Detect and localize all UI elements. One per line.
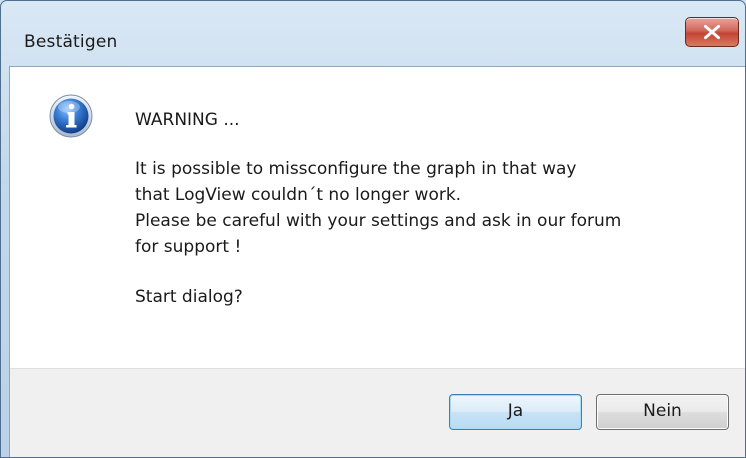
dialog-title: Bestätigen bbox=[24, 32, 118, 52]
yes-button[interactable]: Ja bbox=[449, 394, 582, 430]
no-button[interactable]: Nein bbox=[596, 394, 729, 430]
message-line: for support ! bbox=[135, 237, 242, 257]
dialog-client-area: WARNING ... It is possible to missconfig… bbox=[9, 66, 745, 457]
button-bar: Ja Nein bbox=[10, 368, 745, 457]
dialog-message: WARNING ... It is possible to missconfig… bbox=[135, 107, 740, 310]
message-heading: WARNING ... bbox=[135, 110, 240, 130]
info-icon bbox=[49, 94, 93, 138]
message-line: It is possible to missconfigure the grap… bbox=[135, 159, 577, 179]
close-button[interactable] bbox=[685, 17, 739, 47]
message-area: WARNING ... It is possible to missconfig… bbox=[10, 67, 745, 368]
message-line: Please be careful with your settings and… bbox=[135, 211, 622, 231]
message-line: that LogView couldn´t no longer work. bbox=[135, 185, 462, 205]
desktop-background: Bestätigen WARNING ... It is possible to… bbox=[0, 0, 746, 458]
title-bar[interactable]: Bestätigen bbox=[1, 1, 745, 65]
confirm-dialog: Bestätigen WARNING ... It is possible to… bbox=[0, 0, 746, 458]
message-question: Start dialog? bbox=[135, 287, 243, 307]
close-icon bbox=[703, 24, 721, 40]
